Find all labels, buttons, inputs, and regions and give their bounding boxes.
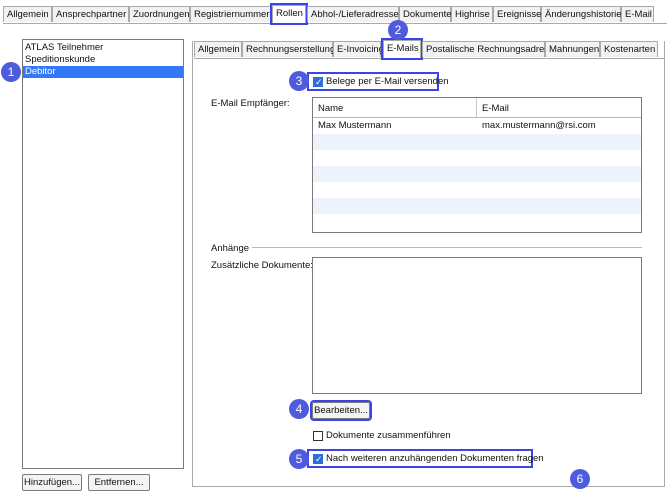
table-row-empty <box>313 198 641 214</box>
sub-tab-bar: Allgemein Rechnungserstellung E-Invoicin… <box>194 38 664 60</box>
recipients-table[interactable]: Name E-Mail Max Mustermann max.musterman… <box>312 97 642 233</box>
list-item-atlas-teilnehmer[interactable]: ATLAS Teilnehmer <box>23 42 183 54</box>
tab-allgemein[interactable]: Allgemein <box>3 6 52 22</box>
subtab-rechnungserstellung[interactable]: Rechnungserstellung <box>242 41 335 57</box>
table-header: Name E-Mail <box>313 98 641 118</box>
subtab-e-mails[interactable]: E-Mails <box>381 38 423 60</box>
tab-aenderungshistorie[interactable]: Änderungshistorie <box>541 6 622 22</box>
ask-more-docs-checkbox[interactable]: ✓ <box>313 454 323 464</box>
additional-docs-list[interactable] <box>312 257 642 394</box>
tab-dokumente[interactable]: Dokumente <box>399 6 452 22</box>
step-badge-1: 1 <box>1 62 21 82</box>
check-icon: ✓ <box>315 77 323 87</box>
edit-button[interactable]: Bearbeiten... <box>310 400 372 421</box>
tab-zuordnungen[interactable]: Zuordnungen <box>129 6 190 22</box>
table-row[interactable]: Max Mustermann max.mustermann@rsi.com <box>313 118 641 134</box>
column-header-email[interactable]: E-Mail <box>482 103 509 114</box>
recipients-label: E-Mail Empfänger: <box>211 98 290 109</box>
remove-button[interactable]: Entfernen... <box>88 474 150 491</box>
table-row-empty <box>313 214 641 232</box>
add-button[interactable]: Hinzufügen... <box>22 474 82 491</box>
step-badge-4: 4 <box>289 399 309 419</box>
tab-highrise[interactable]: Highrise <box>451 6 493 22</box>
subtab-allgemein[interactable]: Allgemein <box>194 41 242 57</box>
table-row-empty <box>313 134 641 150</box>
subtab-mahnungen[interactable]: Mahnungen <box>545 41 600 57</box>
list-item-speditionskunde[interactable]: Speditionskunde <box>23 54 183 66</box>
table-row-empty <box>313 166 641 182</box>
tab-ereignisse[interactable]: Ereignisse <box>493 6 541 22</box>
tab-e-mail[interactable]: E-Mail <box>621 6 654 22</box>
send-by-email-label: Belege per E-Mail versenden <box>326 76 449 87</box>
column-divider <box>476 98 477 117</box>
attachments-section-title: Anhänge <box>211 243 250 254</box>
roles-list[interactable]: ATLAS Teilnehmer Speditionskunde Debitor <box>22 39 184 469</box>
tab-abhol-lieferadressen[interactable]: Abhol-/Lieferadressen <box>307 6 404 22</box>
subtab-kostenarten[interactable]: Kostenarten <box>600 41 658 57</box>
tab-rollen[interactable]: Rollen <box>270 3 308 25</box>
attachments-divider <box>252 247 642 248</box>
tab-registriernummern[interactable]: Registriernummern <box>190 6 275 22</box>
step-badge-3: 3 <box>289 71 309 91</box>
subtab-e-invoicing[interactable]: E-Invoicing <box>333 41 384 57</box>
column-header-name[interactable]: Name <box>318 103 343 114</box>
merge-docs-checkbox[interactable] <box>313 431 323 441</box>
table-row-empty <box>313 150 641 166</box>
additional-docs-label: Zusätzliche Dokumente: <box>211 260 313 271</box>
step-badge-5: 5 <box>289 449 309 469</box>
step-badge-6: 6 <box>570 469 590 489</box>
table-row-empty <box>313 182 641 198</box>
tab-ansprechpartner[interactable]: Ansprechpartner <box>52 6 129 22</box>
cell-name: Max Mustermann <box>318 120 392 131</box>
subtab-postalische-rechnungsadresse[interactable]: Postalische Rechnungsadresse <box>422 41 559 57</box>
check-icon: ✓ <box>315 454 323 464</box>
ask-more-docs-label: Nach weiteren anzuhängenden Dokumenten f… <box>326 453 544 464</box>
step-badge-2: 2 <box>388 20 408 40</box>
cell-email: max.mustermann@rsi.com <box>482 120 596 131</box>
list-item-debitor[interactable]: Debitor <box>23 66 183 78</box>
merge-docs-label: Dokumente zusammenführen <box>326 430 451 441</box>
send-by-email-checkbox[interactable]: ✓ <box>313 77 323 87</box>
main-tab-bar: Allgemein Ansprechpartner Zuordnungen Re… <box>3 3 667 25</box>
